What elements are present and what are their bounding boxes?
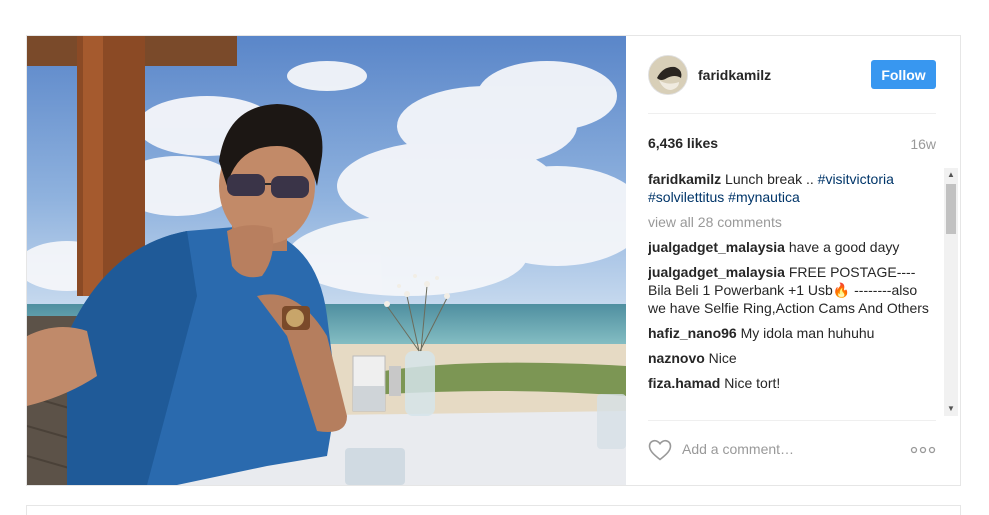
footer-divider: [648, 420, 936, 421]
comment-item: jualgadget_malaysia have a good dayy: [648, 238, 938, 256]
scrollbar-thumb[interactable]: [946, 184, 956, 234]
comments-scrollbar[interactable]: ▲ ▼: [944, 168, 958, 416]
more-options-icon[interactable]: [910, 445, 936, 455]
post-author-username[interactable]: faridkamilz: [698, 67, 771, 83]
post-time[interactable]: 16w: [910, 136, 936, 152]
comment-item: hafiz_nano96 My idola man huhuhu: [648, 324, 938, 342]
post-photo[interactable]: [27, 36, 626, 485]
comment-username[interactable]: hafiz_nano96: [648, 325, 737, 341]
post-card: faridkamilz Follow 6,436 likes 16w farid…: [26, 35, 961, 486]
comment-username[interactable]: naznovo: [648, 350, 705, 366]
caption-text: Lunch break ..: [725, 171, 814, 187]
comment-username[interactable]: jualgadget_malaysia: [648, 264, 785, 280]
hashtag[interactable]: #mynautica: [728, 189, 800, 205]
comment-item: jualgadget_malaysia FREE POSTAGE---- Bil…: [648, 263, 938, 317]
avatar-image: [649, 56, 687, 94]
comment-text: My idola man huhuhu: [740, 325, 875, 341]
likes-count[interactable]: 6,436 likes: [648, 135, 718, 151]
comment-text: have a good dayy: [788, 239, 900, 255]
scroll-down-arrow-icon[interactable]: ▼: [944, 402, 958, 416]
caption: faridkamilz Lunch break .. #visitvictori…: [648, 170, 938, 206]
heart-outline-icon[interactable]: [648, 439, 672, 461]
comment-text: Nice tort!: [724, 375, 781, 391]
add-comment-input[interactable]: [682, 441, 902, 457]
scroll-up-arrow-icon[interactable]: ▲: [944, 168, 958, 182]
view-all-comments-link[interactable]: view all 28 comments: [648, 213, 938, 231]
caption-username[interactable]: faridkamilz: [648, 171, 721, 187]
post-header: faridkamilz Follow: [648, 55, 936, 95]
post-sidebar: faridkamilz Follow 6,436 likes 16w farid…: [626, 36, 960, 485]
avatar[interactable]: [648, 55, 688, 95]
comment-username[interactable]: fiza.hamad: [648, 375, 720, 391]
comment-username[interactable]: jualgadget_malaysia: [648, 239, 785, 255]
hashtag[interactable]: #solvilettitus: [648, 189, 724, 205]
selfie-beach-photo: [27, 36, 626, 485]
header-divider: [648, 113, 936, 114]
follow-button[interactable]: Follow: [871, 60, 936, 89]
comment-item: naznovo Nice: [648, 349, 938, 367]
comment-footer: [648, 437, 936, 463]
comments-list: faridkamilz Lunch break .. #visitvictori…: [648, 170, 938, 415]
next-post-card: [26, 505, 961, 515]
comment-text: Nice: [708, 350, 737, 366]
comment-item: fiza.hamad Nice tort!: [648, 374, 938, 392]
hashtag[interactable]: #visitvictoria: [818, 171, 894, 187]
